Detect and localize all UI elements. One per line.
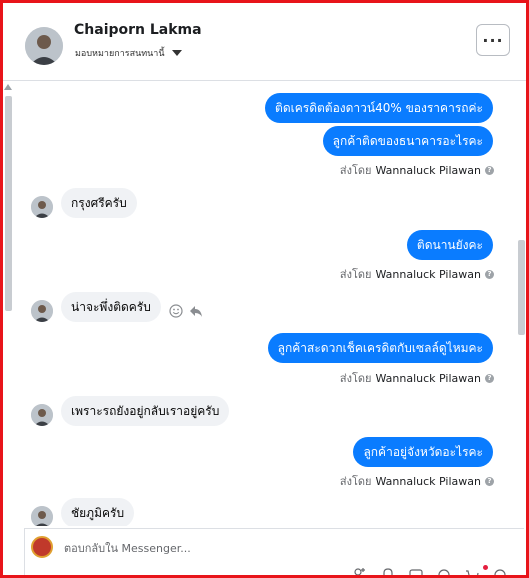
cart-icon[interactable] (465, 567, 479, 578)
message-actions (169, 304, 203, 318)
page-avatar (31, 536, 53, 558)
sender-name: Wannaluck Pilawan (375, 267, 482, 281)
message-thread: ติดเครดิตต้องดาวน์40% ของราคารถค่ะ ลูกค้… (3, 82, 526, 526)
person-add-icon[interactable] (353, 567, 367, 578)
sender-name: Wannaluck Pilawan (375, 474, 482, 488)
sent-by-prefix: ส่งโดย (339, 475, 372, 488)
sender-name: Wannaluck Pilawan (375, 371, 482, 385)
sent-by-line: ส่งโดย Wannaluck Pilawan ? (340, 161, 494, 179)
message-bubble-incoming[interactable]: น่าจะพึ่งติดครับ (61, 292, 161, 322)
message-bubble-outgoing[interactable]: ลูกค้าสะดวกเช็คเครดิตกับเซลล์ดูไหมคะ (267, 333, 493, 363)
contact-avatar[interactable] (25, 27, 63, 65)
sent-by-line: ส่งโดย Wannaluck Pilawan ? (340, 472, 494, 490)
message-bubble-outgoing[interactable]: ลูกค้าอยู่จังหวัดอะไรคะ (353, 437, 493, 467)
message-bubble-outgoing[interactable]: ติดนานยังคะ (406, 230, 493, 260)
notification-dot (483, 565, 488, 570)
emoji-icon[interactable] (437, 567, 451, 578)
more-tools-icon[interactable] (493, 567, 507, 578)
help-icon[interactable]: ? (485, 165, 494, 175)
sender-name: Wannaluck Pilawan (375, 163, 482, 177)
sent-by-line: ส่งโดย Wannaluck Pilawan ? (340, 369, 494, 387)
message-bubble-incoming[interactable]: ชัยภูมิครับ (61, 498, 135, 526)
message-bubble-outgoing[interactable]: ลูกค้าติดของธนาคารอะไรคะ (322, 126, 493, 156)
more-options-button[interactable]: ··· (476, 24, 510, 56)
assign-conversation-dropdown[interactable]: มอบหมายการสนทนานี้ (75, 46, 182, 60)
reply-composer (24, 528, 524, 578)
image-icon[interactable] (409, 567, 423, 578)
conversation-header: Chaiporn Lakma มอบหมายการสนทนานี้ ··· (3, 3, 526, 81)
help-icon[interactable]: ? (485, 476, 494, 486)
sent-by-prefix: ส่งโดย (339, 372, 372, 385)
reply-icon[interactable] (189, 304, 203, 318)
contact-name[interactable]: Chaiporn Lakma (74, 22, 202, 38)
message-bubble-outgoing[interactable]: ติดเครดิตต้องดาวน์40% ของราคารถค่ะ (265, 93, 493, 123)
reply-input[interactable] (64, 537, 484, 559)
sent-by-prefix: ส่งโดย (339, 268, 372, 281)
sent-by-line: ส่งโดย Wannaluck Pilawan ? (340, 265, 494, 283)
help-icon[interactable]: ? (485, 373, 494, 383)
contact-avatar-small (31, 300, 53, 322)
contact-avatar-small (31, 404, 53, 426)
sent-by-prefix: ส่งโดย (339, 164, 372, 177)
smiley-icon[interactable] (169, 304, 183, 318)
message-bubble-incoming[interactable]: กรุงศรีครับ (61, 188, 137, 218)
help-icon[interactable]: ? (485, 269, 494, 279)
message-bubble-incoming[interactable]: เพราะรถยังอยู่กลับเราอยู่ครับ (61, 396, 230, 426)
attachment-icon[interactable] (381, 567, 395, 578)
contact-avatar-small (31, 506, 53, 526)
assign-label: มอบหมายการสนทนานี้ (75, 49, 165, 59)
contact-avatar-small (31, 196, 53, 218)
caret-down-icon (171, 50, 182, 56)
